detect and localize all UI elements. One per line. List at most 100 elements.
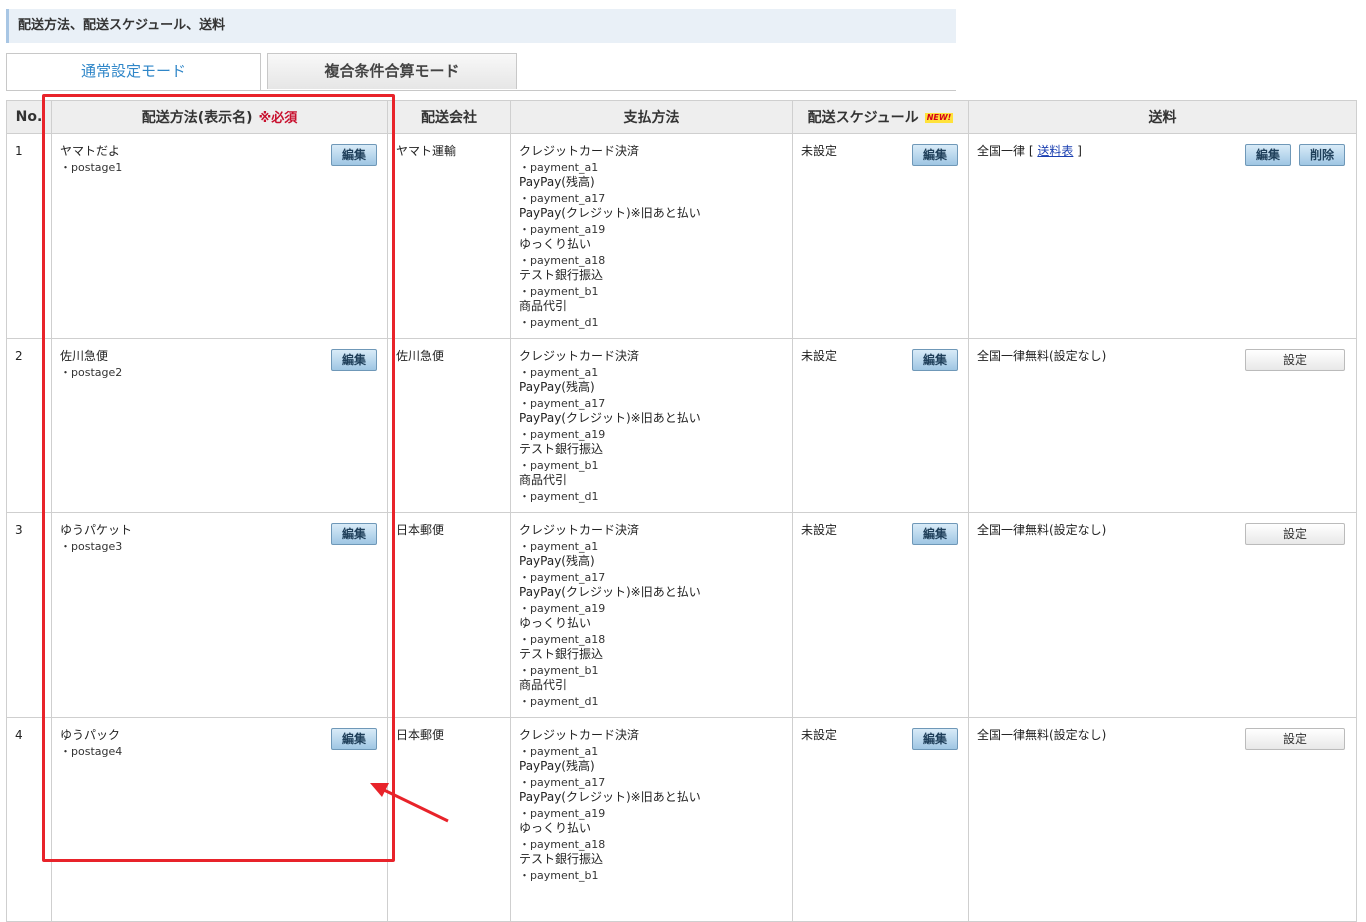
schedule-status: 未設定 xyxy=(801,728,838,742)
carrier-cell: 日本郵便 xyxy=(387,512,511,718)
payment-cell: クレジットカード決済 ・payment_a1 PayPay(残高) ・payme… xyxy=(510,338,793,513)
payment-code: ・payment_d1 xyxy=(519,694,599,708)
payment-name: PayPay(クレジット)※旧あと払い xyxy=(519,790,701,804)
row-number: 3 xyxy=(6,512,52,718)
payment-name: テスト銀行振込 xyxy=(519,442,604,456)
tab-combined-mode[interactable]: 複合条件合算モード xyxy=(267,53,517,89)
mode-tabs: 通常設定モード 複合条件合算モード xyxy=(6,53,956,91)
payment-name: PayPay(残高) xyxy=(519,759,595,773)
carrier-cell: 日本郵便 xyxy=(387,717,511,922)
schedule-status: 未設定 xyxy=(801,523,838,537)
payment-cell: クレジットカード決済 ・payment_a1 PayPay(残高) ・payme… xyxy=(510,133,793,339)
header-method: 配送方法(表示名) ※必須 xyxy=(51,100,388,134)
payment-cell: クレジットカード決済 ・payment_a1 PayPay(残高) ・payme… xyxy=(510,717,793,922)
method-edit-button[interactable]: 編集 xyxy=(331,144,377,166)
row-number: 1 xyxy=(6,133,52,339)
payment-code: ・payment_a19 xyxy=(519,601,606,615)
method-edit-button[interactable]: 編集 xyxy=(331,349,377,371)
payment-name: クレジットカード決済 xyxy=(519,349,640,363)
payment-code: ・payment_a17 xyxy=(519,775,606,789)
fee-cell: 全国一律 [ 送料表 ] 編集 削除 xyxy=(968,133,1357,339)
fee-cell: 全国一律無料(設定なし) 設定 xyxy=(968,512,1357,718)
fee-text: 全国一律無料(設定なし) xyxy=(977,728,1107,742)
payment-name: ゆっくり払い xyxy=(519,821,592,835)
payment-code: ・payment_d1 xyxy=(519,489,599,503)
payment-code: ・payment_a1 xyxy=(519,365,599,379)
carrier-cell: ヤマト運輸 xyxy=(387,133,511,339)
schedule-edit-button[interactable]: 編集 xyxy=(912,523,958,545)
payment-name: ゆっくり払い xyxy=(519,237,592,251)
fee-set-button[interactable]: 設定 xyxy=(1245,523,1345,545)
method-cell: ゆうパック ・postage4 編集 xyxy=(51,717,388,922)
schedule-cell: 未設定 編集 xyxy=(792,338,969,513)
payment-name: PayPay(残高) xyxy=(519,380,595,394)
payment-name: クレジットカード決済 xyxy=(519,728,640,742)
payment-code: ・payment_a17 xyxy=(519,191,606,205)
fee-link-close: ] xyxy=(1077,144,1082,158)
table-row: 1 ヤマトだよ ・postage1 編集 ヤマト運輸 クレジットカード決済 ・p… xyxy=(6,133,1357,339)
payment-code: ・payment_b1 xyxy=(519,458,599,472)
fee-set-button[interactable]: 設定 xyxy=(1245,728,1345,750)
payment-name: PayPay(残高) xyxy=(519,175,595,189)
method-cell: ゆうパケット ・postage3 編集 xyxy=(51,512,388,718)
schedule-edit-button[interactable]: 編集 xyxy=(912,144,958,166)
row-number: 2 xyxy=(6,338,52,513)
table-row: 2 佐川急便 ・postage2 編集 佐川急便 クレジットカード決済 ・pay… xyxy=(6,338,1357,513)
header-no: No. xyxy=(6,100,52,134)
payment-name: テスト銀行振込 xyxy=(519,647,604,661)
payment-code: ・payment_a1 xyxy=(519,160,599,174)
payment-code: ・payment_d1 xyxy=(519,315,599,329)
payment-name: テスト銀行振込 xyxy=(519,852,604,866)
payment-code: ・payment_a19 xyxy=(519,806,606,820)
header-payment: 支払方法 xyxy=(510,100,793,134)
shipping-table: No. 配送方法(表示名) ※必須 配送会社 支払方法 配送スケジュール NEW! … xyxy=(6,100,1357,922)
payment-name: テスト銀行振込 xyxy=(519,268,604,282)
payment-code: ・payment_a17 xyxy=(519,570,606,584)
payment-code: ・payment_a1 xyxy=(519,744,599,758)
payment-code: ・payment_a18 xyxy=(519,253,606,267)
new-badge: NEW! xyxy=(924,113,954,123)
header-schedule-label: 配送スケジュール xyxy=(807,110,919,126)
method-edit-button[interactable]: 編集 xyxy=(331,728,377,750)
payment-cell: クレジットカード決済 ・payment_a1 PayPay(残高) ・payme… xyxy=(510,512,793,718)
fee-text: 全国一律 xyxy=(977,144,1026,158)
required-mark: ※必須 xyxy=(258,111,298,126)
method-cell: 佐川急便 ・postage2 編集 xyxy=(51,338,388,513)
payment-name: PayPay(残高) xyxy=(519,554,595,568)
payment-name: PayPay(クレジット)※旧あと払い xyxy=(519,411,701,425)
tab-normal-mode[interactable]: 通常設定モード xyxy=(6,53,261,90)
carrier-cell: 佐川急便 xyxy=(387,338,511,513)
payment-code: ・payment_a19 xyxy=(519,427,606,441)
fee-edit-button[interactable]: 編集 xyxy=(1245,144,1291,166)
schedule-edit-button[interactable]: 編集 xyxy=(912,728,958,750)
table-row: 4 ゆうパック ・postage4 編集 日本郵便 クレジットカード決済 ・pa… xyxy=(6,717,1357,922)
payment-name: クレジットカード決済 xyxy=(519,523,640,537)
fee-delete-button[interactable]: 削除 xyxy=(1299,144,1345,166)
payment-name: ゆっくり払い xyxy=(519,616,592,630)
payment-code: ・payment_a17 xyxy=(519,396,606,410)
header-schedule: 配送スケジュール NEW! xyxy=(792,100,969,134)
payment-name: PayPay(クレジット)※旧あと払い xyxy=(519,585,701,599)
method-cell: ヤマトだよ ・postage1 編集 xyxy=(51,133,388,339)
fee-text: 全国一律無料(設定なし) xyxy=(977,523,1107,537)
fee-link-open: [ xyxy=(1028,144,1034,158)
payment-name: クレジットカード決済 xyxy=(519,144,640,158)
fee-cell: 全国一律無料(設定なし) 設定 xyxy=(968,717,1357,922)
fee-cell: 全国一律無料(設定なし) 設定 xyxy=(968,338,1357,513)
schedule-cell: 未設定 編集 xyxy=(792,512,969,718)
payment-code: ・payment_b1 xyxy=(519,284,599,298)
schedule-edit-button[interactable]: 編集 xyxy=(912,349,958,371)
schedule-status: 未設定 xyxy=(801,349,838,363)
method-edit-button[interactable]: 編集 xyxy=(331,523,377,545)
payment-code: ・payment_b1 xyxy=(519,663,599,677)
payment-name: PayPay(クレジット)※旧あと払い xyxy=(519,206,701,220)
table-header-row: No. 配送方法(表示名) ※必須 配送会社 支払方法 配送スケジュール NEW! … xyxy=(6,100,1357,134)
schedule-cell: 未設定 編集 xyxy=(792,133,969,339)
fee-table-link[interactable]: 送料表 xyxy=(1037,144,1073,158)
payment-code: ・payment_a1 xyxy=(519,539,599,553)
fee-set-button[interactable]: 設定 xyxy=(1245,349,1345,371)
payment-code: ・payment_a18 xyxy=(519,632,606,646)
header-fee: 送料 xyxy=(968,100,1357,134)
payment-code: ・payment_a19 xyxy=(519,222,606,236)
payment-code: ・payment_b1 xyxy=(519,868,599,882)
